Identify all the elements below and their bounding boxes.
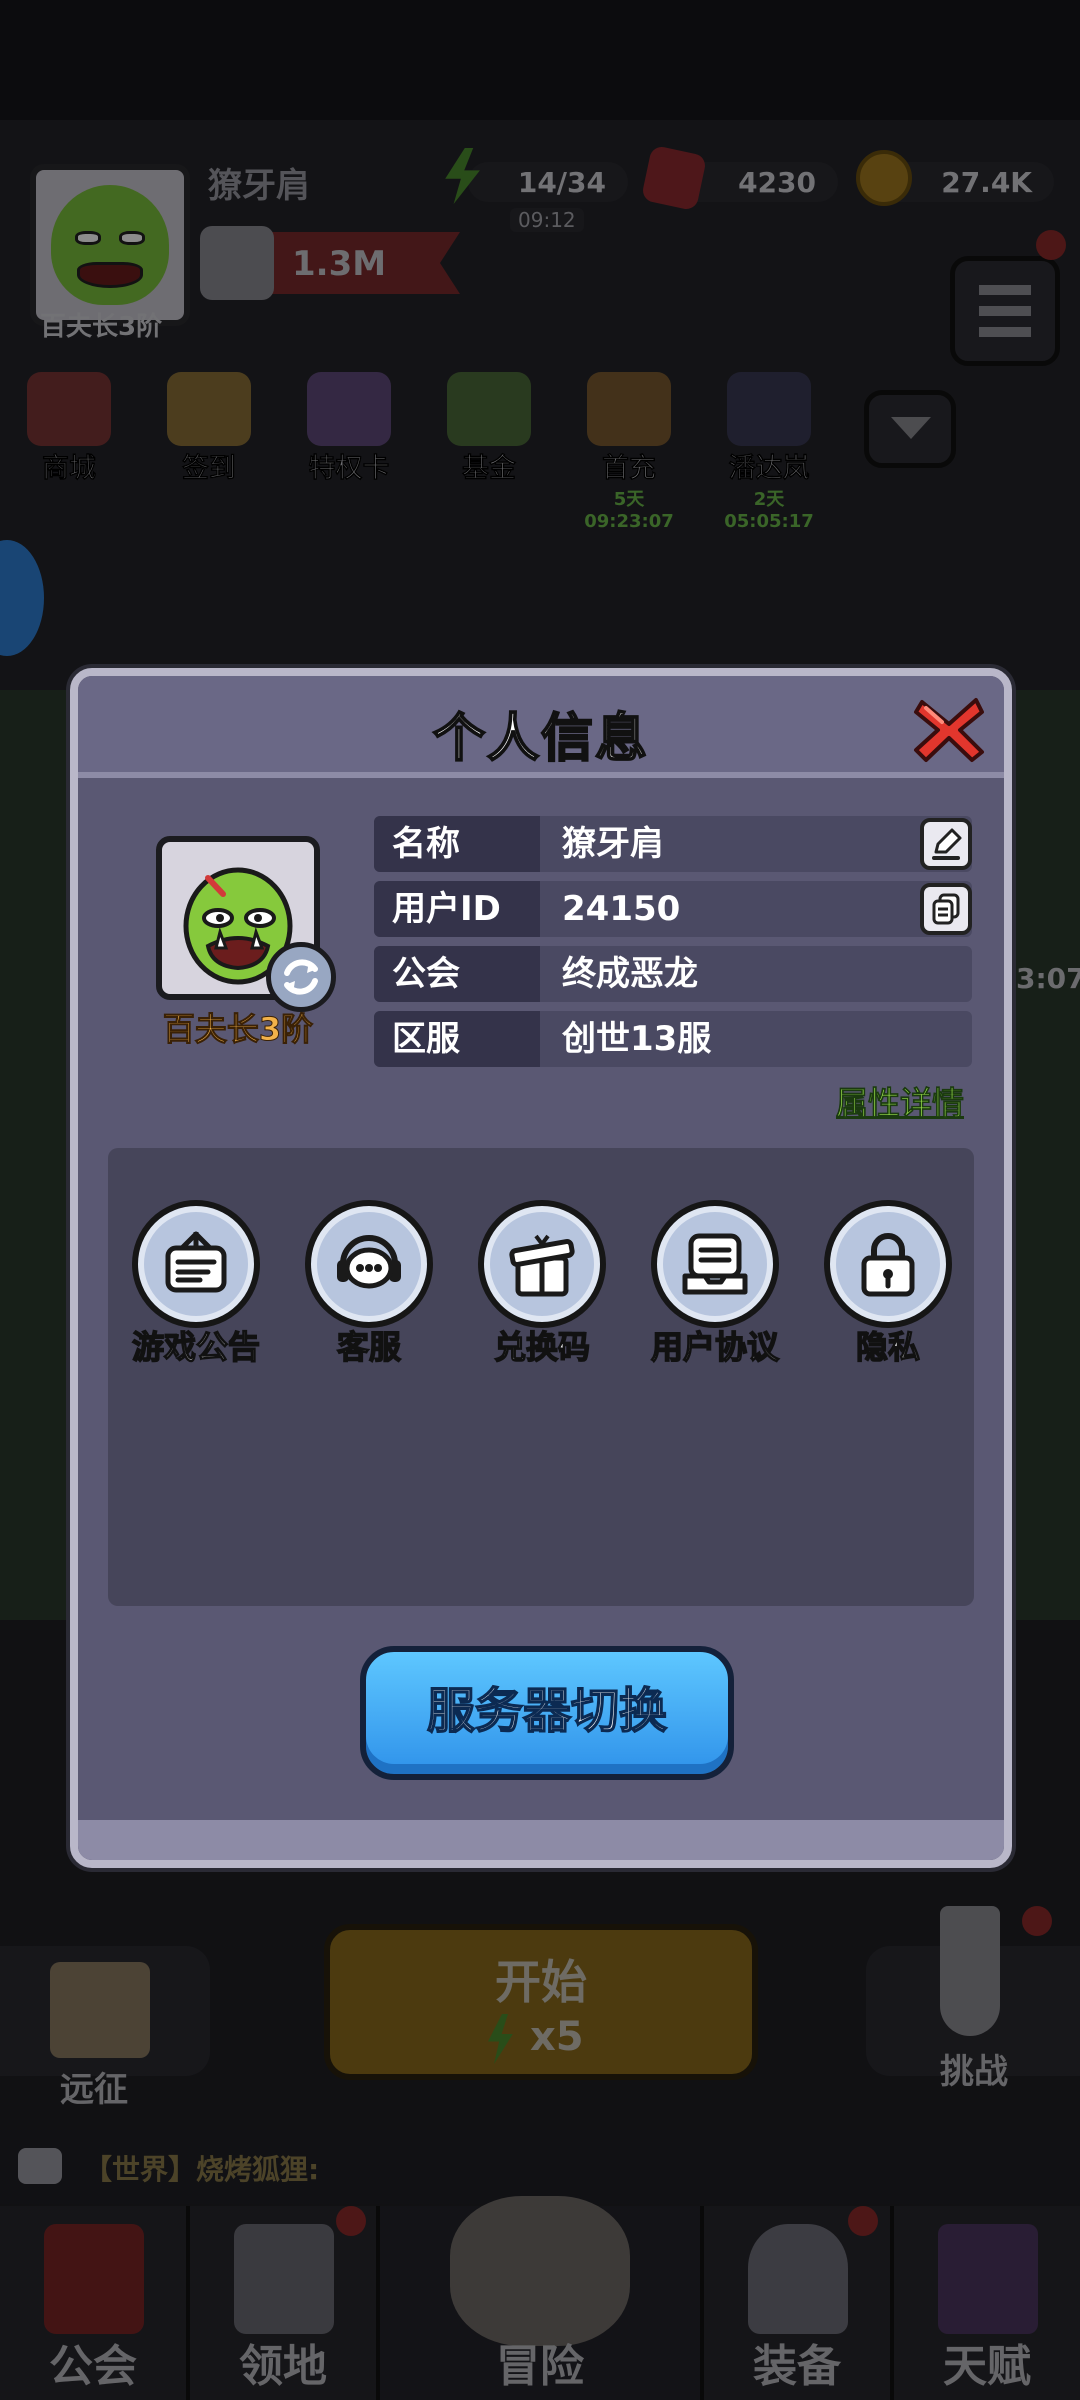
- info-row-userid: 用户ID 24150: [374, 881, 972, 937]
- copy-icon: [932, 893, 960, 925]
- notice-board-icon: [165, 1231, 227, 1293]
- close-button[interactable]: [912, 694, 986, 764]
- info-row-name: 名称 獠牙肩: [374, 816, 972, 872]
- info-key: 名称: [374, 816, 540, 872]
- profile-modal: 个人信息 百夫长3阶 名称 獠牙肩 用户ID 24150 公会 终成恶龙 区服 …: [70, 668, 1012, 1868]
- customer-service-button[interactable]: 客服: [289, 1200, 449, 1368]
- pencil-icon: [932, 828, 962, 860]
- gift-box-icon: [509, 1234, 575, 1297]
- server-switch-button[interactable]: 服务器切换: [360, 1646, 734, 1780]
- close-icon: [914, 698, 984, 762]
- refresh-icon: [284, 959, 318, 995]
- info-key: 公会: [374, 946, 540, 1002]
- user-agreement-button[interactable]: 用户协议: [635, 1200, 795, 1368]
- change-avatar-button[interactable]: [266, 942, 336, 1012]
- modal-header: 个人信息: [78, 676, 1004, 778]
- copy-id-button[interactable]: [920, 883, 972, 935]
- agreement-document-icon: [682, 1233, 748, 1295]
- lock-icon: [861, 1233, 915, 1297]
- privacy-button[interactable]: 隐私: [808, 1200, 968, 1368]
- info-value: 24150: [562, 889, 681, 929]
- info-row-server: 区服 创世13服: [374, 1011, 972, 1067]
- profile-rank: 百夫长3阶: [162, 1010, 314, 1049]
- edit-name-button[interactable]: [920, 818, 972, 870]
- modal-footer: [78, 1820, 1004, 1860]
- info-row-guild: 公会 终成恶龙: [374, 946, 972, 1002]
- info-value: 獠牙肩: [562, 824, 664, 864]
- info-key: 用户ID: [374, 881, 540, 937]
- announcement-button[interactable]: 游戏公告: [116, 1200, 276, 1368]
- info-value: 终成恶龙: [562, 954, 698, 994]
- attribute-details-link[interactable]: 属性详情: [836, 1078, 965, 1124]
- info-value: 创世13服: [562, 1019, 712, 1059]
- redeem-code-button[interactable]: 兑换码: [462, 1200, 622, 1368]
- feature-panel: 游戏公告 客服 兑换码 用户协议 隐私: [108, 1148, 974, 1606]
- info-key: 区服: [374, 1011, 540, 1067]
- headset-icon: [337, 1235, 401, 1289]
- modal-title: 个人信息: [432, 708, 649, 770]
